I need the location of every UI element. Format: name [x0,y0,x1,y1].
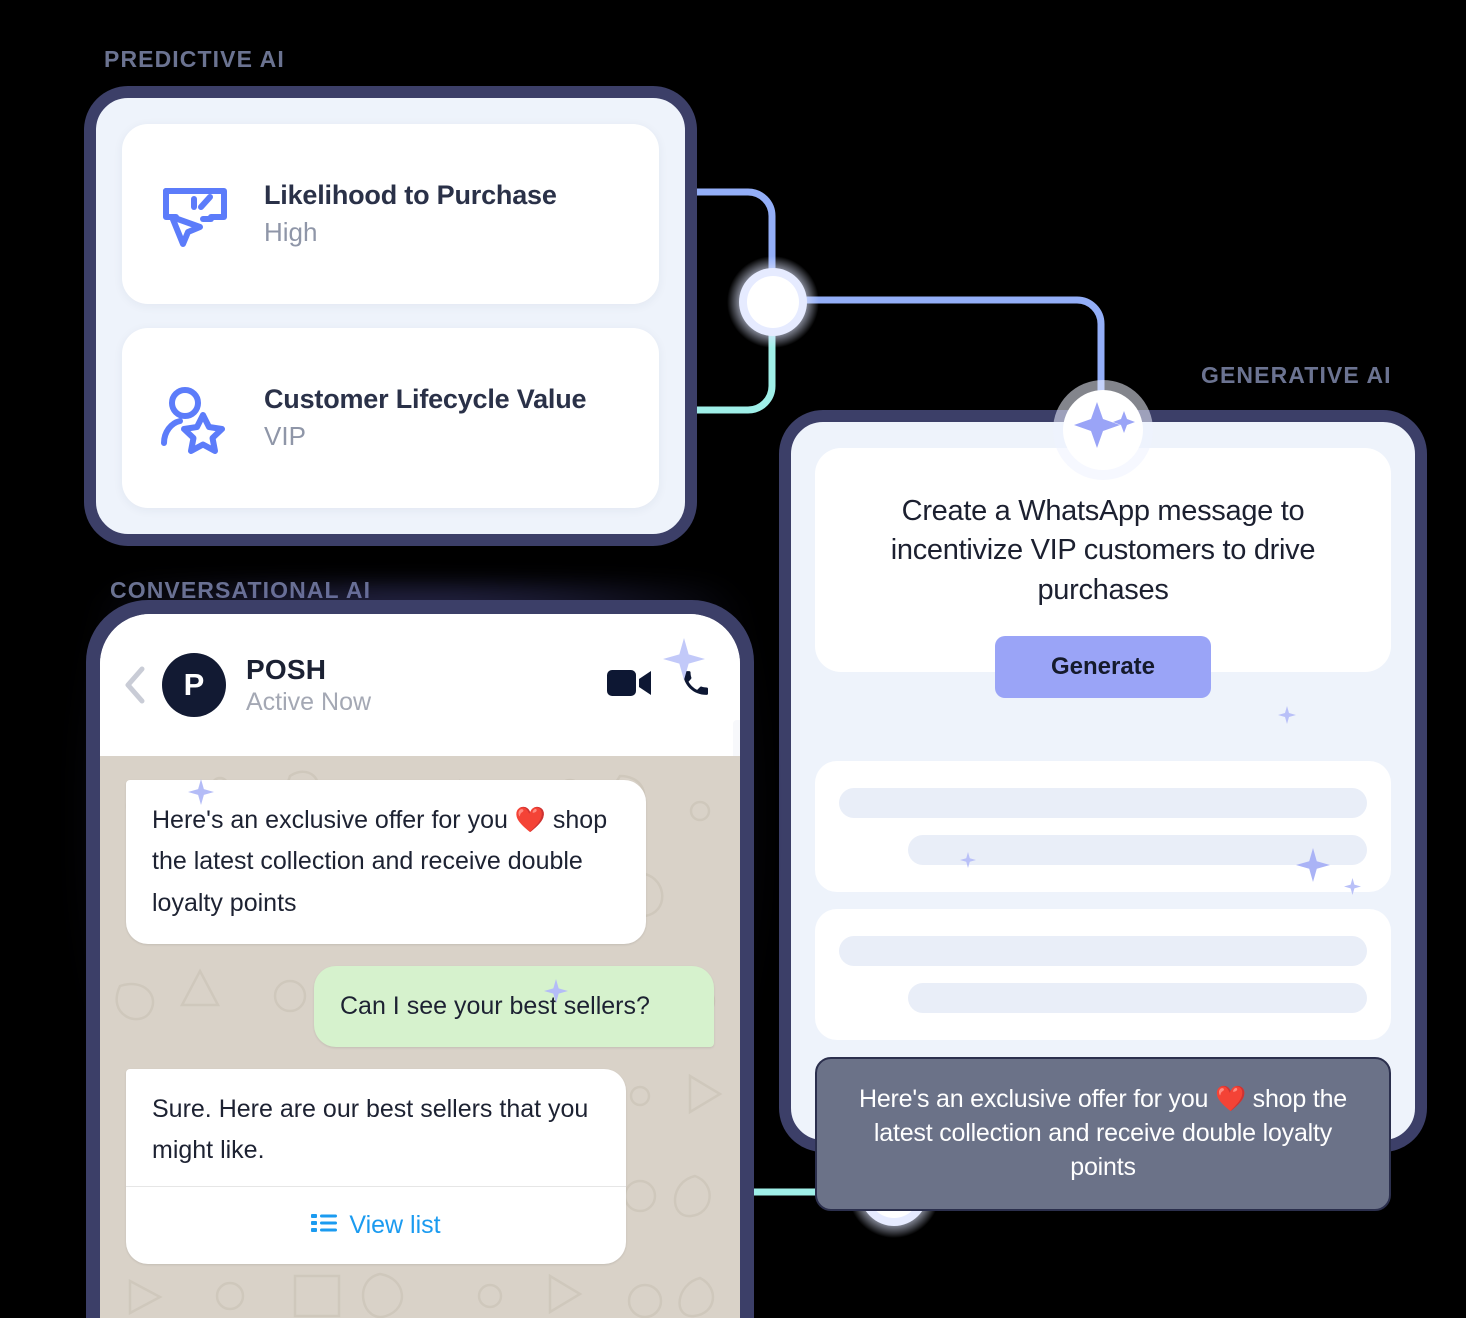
skeleton-bar [907,983,1367,1014]
prompt-card: Create a WhatsApp message to incentivize… [815,448,1391,699]
chat-bubble-incoming: Here's an exclusive offer for you ❤️ sho… [126,780,646,944]
prompt-text: Create a WhatsApp message to incentivize… [890,495,1316,606]
section-label-generative-ai: GENERATIVE AI [1201,362,1392,388]
list-icon [311,1205,338,1246]
predictive-card-customer-lifecycle-value[interactable]: Customer Lifecycle Value VIP [122,328,659,508]
predictive-card-value: High [264,217,318,247]
predictive-card-text: Likelihood to Purchase High [264,180,557,248]
chevron-left-icon[interactable] [122,665,148,705]
chat-header-actions [607,666,712,704]
generated-option-card-1[interactable] [815,761,1391,893]
video-camera-icon[interactable] [607,667,653,704]
generate-button[interactable]: Generate [994,636,1212,699]
phone-screen: P POSH Active Now Here's an exclusive of… [100,614,740,1318]
generated-result-card[interactable]: Here's an exclusive offer for you ❤️ sho… [815,1057,1391,1211]
conversational-ai-phone: P POSH Active Now Here's an exclusive of… [86,600,754,1318]
avatar: P [162,653,226,717]
skeleton-bar [839,936,1367,967]
cursor-click-icon [154,173,236,255]
chat-bubble-text: Sure. Here are our best sellers that you… [152,1095,589,1165]
view-list-button[interactable]: View list [126,1185,626,1264]
skeleton-bar [907,835,1367,866]
contact-status: Active Now [246,687,372,716]
predictive-card-title: Customer Lifecycle Value [264,384,587,414]
view-list-label: View list [349,1210,441,1239]
chat-message-list[interactable]: Here's an exclusive offer for you ❤️ sho… [100,756,740,1318]
chat-bubble-incoming: Sure. Here are our best sellers that you… [126,1069,626,1264]
predictive-card-likelihood-to-purchase[interactable]: Likelihood to Purchase High [122,124,659,304]
chat-header: P POSH Active Now [100,614,740,756]
section-label-predictive-ai: PREDICTIVE AI [104,46,285,72]
phone-icon[interactable] [679,666,712,704]
skeleton-bar [839,788,1367,819]
predictive-card-text: Customer Lifecycle Value VIP [264,384,587,452]
generative-ai-panel: Create a WhatsApp message to incentivize… [779,410,1427,1211]
predictive-card-value: VIP [264,421,306,451]
illustration-stage: PREDICTIVE AI CONVERSATIONAL AI GENERATI… [0,0,1466,1318]
user-star-icon [154,377,236,459]
predictive-ai-panel: Likelihood to Purchase High Customer Lif… [84,86,697,546]
predictive-card-title: Likelihood to Purchase [264,180,557,210]
chat-bubble-outgoing: Can I see your best sellers? [314,965,714,1047]
contact-name: POSH [246,653,327,685]
generated-option-card-2[interactable] [815,909,1391,1041]
contact-info: POSH Active Now [246,654,371,717]
connector-node-hub [727,256,819,348]
